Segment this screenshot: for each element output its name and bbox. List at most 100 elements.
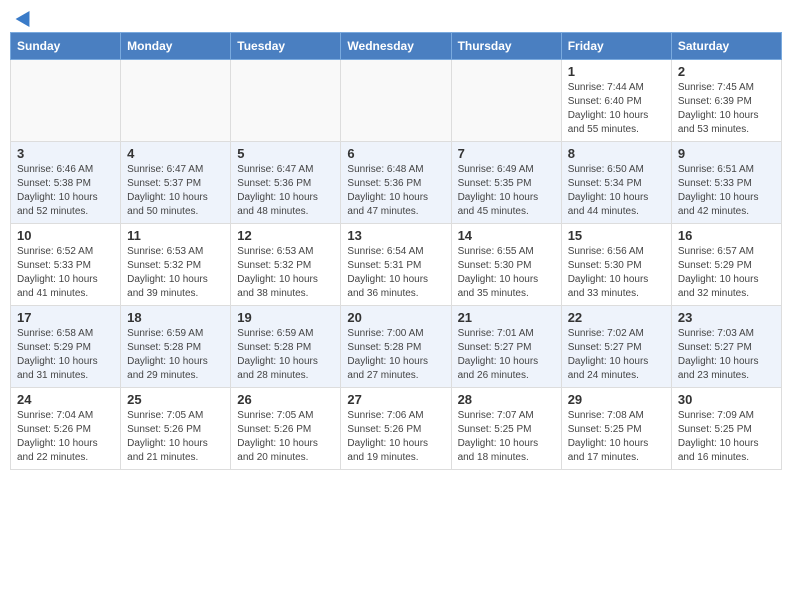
day-number: 20	[347, 310, 444, 325]
day-info: Sunrise: 7:04 AMSunset: 5:26 PMDaylight:…	[17, 409, 114, 465]
calendar-day-cell: 14 Sunrise: 6:55 AMSunset: 5:30 PMDayligh…	[451, 224, 561, 306]
day-number: 2	[678, 64, 775, 79]
calendar-weekday-header: Friday	[561, 33, 671, 60]
calendar-day-cell: 30 Sunrise: 7:09 AMSunset: 5:25 PMDayligh…	[671, 388, 781, 470]
day-info: Sunrise: 7:06 AMSunset: 5:26 PMDaylight:…	[347, 409, 444, 465]
day-info: Sunrise: 6:54 AMSunset: 5:31 PMDaylight:…	[347, 245, 444, 301]
calendar-day-cell: 13 Sunrise: 6:54 AMSunset: 5:31 PMDayligh…	[341, 224, 451, 306]
day-number: 27	[347, 392, 444, 407]
calendar-day-cell: 21Sunrise: 7:01 AMSunset: 5:27 PMDayligh…	[451, 306, 561, 388]
calendar-weekday-header: Sunday	[11, 33, 121, 60]
day-number: 6	[347, 146, 444, 161]
calendar-day-cell: 8Sunrise: 6:50 AMSunset: 5:34 PMDaylight…	[561, 142, 671, 224]
day-number: 1	[568, 64, 665, 79]
logo	[14, 10, 34, 24]
calendar-day-cell: 20 Sunrise: 7:00 AMSunset: 5:28 PMDayligh…	[341, 306, 451, 388]
calendar-day-cell: 2 Sunrise: 7:45 AMSunset: 6:39 PMDaylight…	[671, 60, 781, 142]
day-number: 19	[237, 310, 334, 325]
day-number: 7	[458, 146, 555, 161]
calendar-day-cell: 22 Sunrise: 7:02 AMSunset: 5:27 PMDayligh…	[561, 306, 671, 388]
calendar-weekday-header: Thursday	[451, 33, 561, 60]
calendar-table: SundayMondayTuesdayWednesdayThursdayFrid…	[10, 32, 782, 470]
day-info: Sunrise: 7:05 AMSunset: 5:26 PMDaylight:…	[237, 409, 334, 465]
day-info: Sunrise: 6:56 AMSunset: 5:30 PMDaylight:…	[568, 245, 665, 301]
day-info: Sunrise: 6:46 AMSunset: 5:38 PMDaylight:…	[17, 163, 114, 219]
day-info: Sunrise: 7:44 AMSunset: 6:40 PMDaylight:…	[568, 81, 665, 137]
calendar-week-row: 17 Sunrise: 6:58 AMSunset: 5:29 PMDayligh…	[11, 306, 782, 388]
calendar-day-cell: 15 Sunrise: 6:56 AMSunset: 5:30 PMDayligh…	[561, 224, 671, 306]
day-info: Sunrise: 6:51 AMSunset: 5:33 PMDaylight:…	[678, 163, 775, 219]
day-number: 5	[237, 146, 334, 161]
calendar-day-cell: 11 Sunrise: 6:53 AMSunset: 5:32 PMDayligh…	[121, 224, 231, 306]
day-number: 11	[127, 228, 224, 243]
day-info: Sunrise: 6:59 AMSunset: 5:28 PMDaylight:…	[237, 327, 334, 383]
day-info: Sunrise: 6:53 AMSunset: 5:32 PMDaylight:…	[237, 245, 334, 301]
day-number: 15	[568, 228, 665, 243]
day-info: Sunrise: 6:58 AMSunset: 5:29 PMDaylight:…	[17, 327, 114, 383]
page-header	[10, 10, 782, 24]
calendar-day-cell: 26 Sunrise: 7:05 AMSunset: 5:26 PMDayligh…	[231, 388, 341, 470]
day-info: Sunrise: 6:48 AMSunset: 5:36 PMDaylight:…	[347, 163, 444, 219]
calendar-day-cell	[121, 60, 231, 142]
calendar-day-cell	[11, 60, 121, 142]
calendar-weekday-header: Monday	[121, 33, 231, 60]
calendar-day-cell: 29 Sunrise: 7:08 AMSunset: 5:25 PMDayligh…	[561, 388, 671, 470]
logo-triangle-icon	[16, 7, 37, 27]
day-info: Sunrise: 7:02 AMSunset: 5:27 PMDaylight:…	[568, 327, 665, 383]
day-number: 18	[127, 310, 224, 325]
day-number: 22	[568, 310, 665, 325]
day-number: 12	[237, 228, 334, 243]
calendar-day-cell: 23Sunrise: 7:03 AMSunset: 5:27 PMDayligh…	[671, 306, 781, 388]
day-number: 26	[237, 392, 334, 407]
calendar-day-cell: 28Sunrise: 7:07 AMSunset: 5:25 PMDayligh…	[451, 388, 561, 470]
calendar-week-row: 24Sunrise: 7:04 AMSunset: 5:26 PMDayligh…	[11, 388, 782, 470]
calendar-day-cell	[451, 60, 561, 142]
day-info: Sunrise: 7:09 AMSunset: 5:25 PMDaylight:…	[678, 409, 775, 465]
calendar-day-cell: 10 Sunrise: 6:52 AMSunset: 5:33 PMDayligh…	[11, 224, 121, 306]
calendar-weekday-header: Wednesday	[341, 33, 451, 60]
day-number: 29	[568, 392, 665, 407]
calendar-day-cell: 16Sunrise: 6:57 AMSunset: 5:29 PMDayligh…	[671, 224, 781, 306]
calendar-weekday-header: Saturday	[671, 33, 781, 60]
day-info: Sunrise: 7:03 AMSunset: 5:27 PMDaylight:…	[678, 327, 775, 383]
day-info: Sunrise: 7:45 AMSunset: 6:39 PMDaylight:…	[678, 81, 775, 137]
calendar-day-cell: 12 Sunrise: 6:53 AMSunset: 5:32 PMDayligh…	[231, 224, 341, 306]
day-info: Sunrise: 7:01 AMSunset: 5:27 PMDaylight:…	[458, 327, 555, 383]
day-info: Sunrise: 7:08 AMSunset: 5:25 PMDaylight:…	[568, 409, 665, 465]
calendar-weekday-header: Tuesday	[231, 33, 341, 60]
day-info: Sunrise: 6:53 AMSunset: 5:32 PMDaylight:…	[127, 245, 224, 301]
day-number: 14	[458, 228, 555, 243]
calendar-day-cell: 27 Sunrise: 7:06 AMSunset: 5:26 PMDayligh…	[341, 388, 451, 470]
calendar-day-cell: 6 Sunrise: 6:48 AMSunset: 5:36 PMDaylight…	[341, 142, 451, 224]
calendar-day-cell: 1 Sunrise: 7:44 AMSunset: 6:40 PMDaylight…	[561, 60, 671, 142]
day-info: Sunrise: 6:55 AMSunset: 5:30 PMDaylight:…	[458, 245, 555, 301]
day-info: Sunrise: 6:47 AMSunset: 5:37 PMDaylight:…	[127, 163, 224, 219]
calendar-day-cell: 24Sunrise: 7:04 AMSunset: 5:26 PMDayligh…	[11, 388, 121, 470]
day-info: Sunrise: 6:59 AMSunset: 5:28 PMDaylight:…	[127, 327, 224, 383]
calendar-header-row: SundayMondayTuesdayWednesdayThursdayFrid…	[11, 33, 782, 60]
day-number: 16	[678, 228, 775, 243]
day-number: 8	[568, 146, 665, 161]
calendar-day-cell	[231, 60, 341, 142]
day-info: Sunrise: 7:05 AMSunset: 5:26 PMDaylight:…	[127, 409, 224, 465]
day-number: 13	[347, 228, 444, 243]
calendar-week-row: 1 Sunrise: 7:44 AMSunset: 6:40 PMDaylight…	[11, 60, 782, 142]
day-info: Sunrise: 6:52 AMSunset: 5:33 PMDaylight:…	[17, 245, 114, 301]
day-info: Sunrise: 6:49 AMSunset: 5:35 PMDaylight:…	[458, 163, 555, 219]
day-number: 17	[17, 310, 114, 325]
day-info: Sunrise: 7:00 AMSunset: 5:28 PMDaylight:…	[347, 327, 444, 383]
calendar-day-cell: 7 Sunrise: 6:49 AMSunset: 5:35 PMDaylight…	[451, 142, 561, 224]
calendar-day-cell: 17 Sunrise: 6:58 AMSunset: 5:29 PMDayligh…	[11, 306, 121, 388]
day-number: 25	[127, 392, 224, 407]
day-number: 9	[678, 146, 775, 161]
day-number: 10	[17, 228, 114, 243]
day-number: 3	[17, 146, 114, 161]
day-number: 30	[678, 392, 775, 407]
day-number: 4	[127, 146, 224, 161]
calendar-day-cell: 4 Sunrise: 6:47 AMSunset: 5:37 PMDaylight…	[121, 142, 231, 224]
day-info: Sunrise: 7:07 AMSunset: 5:25 PMDaylight:…	[458, 409, 555, 465]
calendar-day-cell: 18 Sunrise: 6:59 AMSunset: 5:28 PMDayligh…	[121, 306, 231, 388]
day-info: Sunrise: 6:47 AMSunset: 5:36 PMDaylight:…	[237, 163, 334, 219]
calendar-day-cell: 19 Sunrise: 6:59 AMSunset: 5:28 PMDayligh…	[231, 306, 341, 388]
calendar-day-cell: 3 Sunrise: 6:46 AMSunset: 5:38 PMDaylight…	[11, 142, 121, 224]
